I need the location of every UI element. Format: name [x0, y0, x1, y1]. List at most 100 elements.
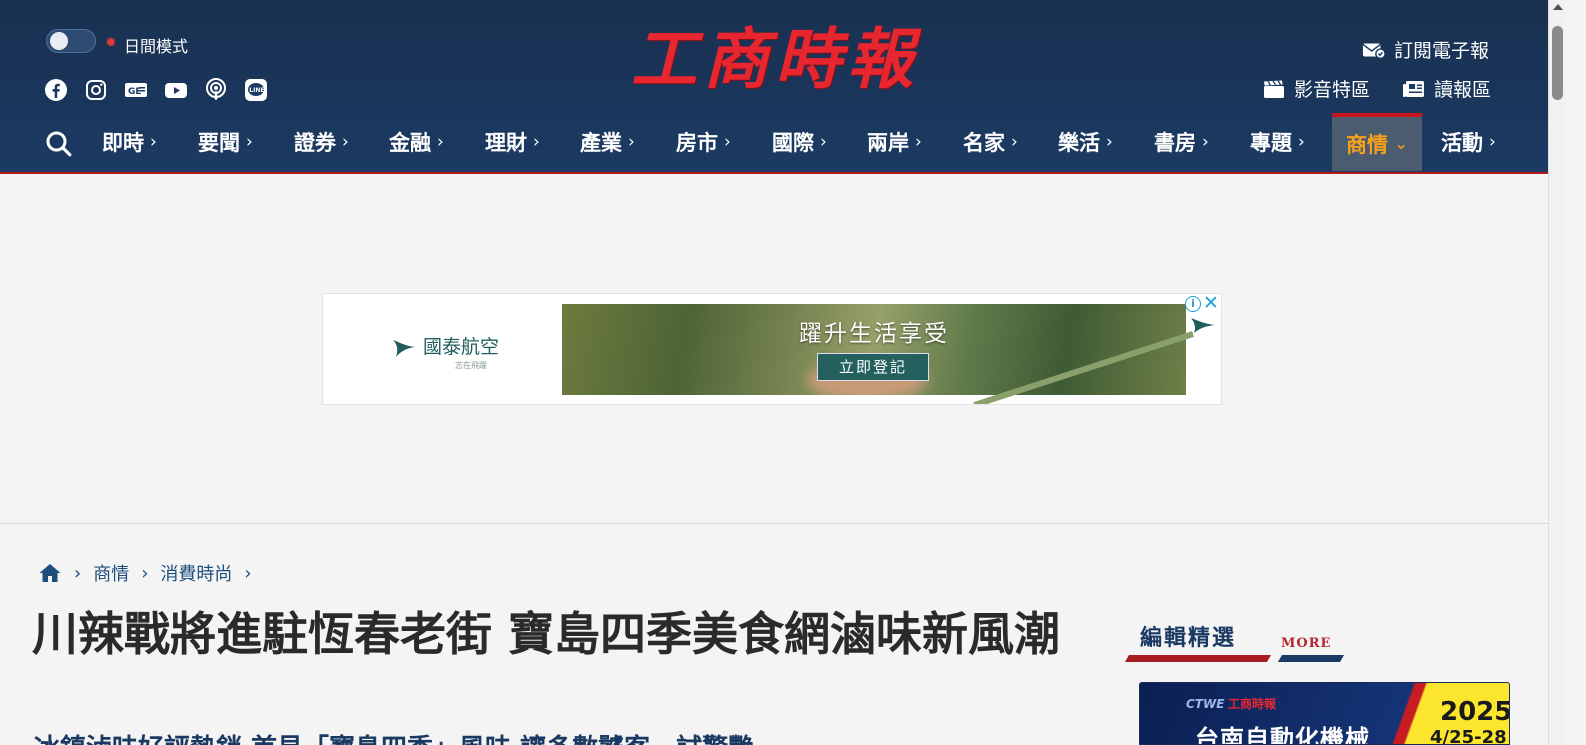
- youtube-icon[interactable]: [163, 77, 189, 103]
- ad-brand: 國泰航空 志在飛躍: [391, 332, 500, 370]
- breadcrumb-separator: ›: [244, 562, 252, 584]
- nav-item-label: 商情: [1346, 133, 1388, 157]
- breadcrumb-item-fashion[interactable]: 消費時尚: [160, 560, 232, 586]
- reader-label: 讀報區: [1434, 79, 1492, 101]
- sidebar-heading: 編輯精選: [1140, 626, 1237, 651]
- nav-item-label: 專題: [1250, 131, 1292, 155]
- sidebar-more-link[interactable]: MORE: [1281, 636, 1331, 651]
- chevron-right-icon: ›: [1489, 132, 1496, 152]
- newspaper-icon: [1403, 80, 1424, 97]
- chevron-right-icon: ›: [1106, 132, 1113, 152]
- mode-label: 日間模式: [124, 37, 189, 56]
- chevron-right-icon: ›: [820, 132, 827, 152]
- nav-item-label: 房市: [676, 131, 718, 155]
- nav-item-label: 理財: [485, 131, 527, 155]
- cathay-logo-icon: [393, 339, 415, 357]
- instagram-icon[interactable]: [83, 77, 109, 103]
- video-label: 影音特區: [1294, 79, 1371, 101]
- nav-item-label: 金融: [389, 131, 431, 155]
- nav-item[interactable]: 國際 ›: [772, 113, 827, 171]
- nav-item[interactable]: 房市 ›: [676, 113, 731, 171]
- sidebar-more-bar: [1277, 655, 1345, 662]
- sidebar-featured-banner[interactable]: CTWE 工商時報 台南自動化機械 2025 4/25-28: [1139, 682, 1510, 745]
- podcast-icon[interactable]: [203, 77, 229, 103]
- nav-item[interactable]: 要聞 ›: [198, 113, 253, 171]
- nav-item[interactable]: 兩岸 ›: [867, 113, 922, 171]
- nav-item-label: 兩岸: [867, 131, 909, 155]
- site-header: ✹ 日間模式 GE LINE 工商時報 訂閱電子報 影音特區 讀報區 即時 › 要聞…: [0, 0, 1548, 174]
- subscribe-link[interactable]: 訂閱電子報: [1362, 36, 1489, 63]
- search-icon[interactable]: [44, 129, 74, 159]
- nav-item-label: 即時: [102, 131, 144, 155]
- article-title: 川辣戰將進駐恆春老街 寶島四季美食網滷味新風潮: [32, 607, 1061, 661]
- nav-item-label: 樂活: [1058, 131, 1100, 155]
- nav-item[interactable]: 樂活 ›: [1058, 113, 1113, 171]
- clapperboard-icon: [1264, 79, 1284, 98]
- banner-date: 4/25-28: [1430, 727, 1507, 745]
- nav-item[interactable]: 專題 ›: [1250, 113, 1305, 171]
- scroll-thumb[interactable]: [1552, 26, 1563, 100]
- nav-item-label: 名家: [963, 131, 1005, 155]
- breadcrumb: › 商情 › 消費時尚 ›: [38, 560, 254, 586]
- mail-icon: [1362, 43, 1386, 59]
- scrollbar[interactable]: [1548, 0, 1566, 745]
- subscribe-label: 訂閱電子報: [1394, 40, 1490, 62]
- google-news-icon[interactable]: GE: [123, 77, 149, 103]
- ad-area: 國泰航空 志在飛躍 躍升生活享受 立即登記 i ✕: [0, 174, 1548, 524]
- toggle-knob: [50, 32, 68, 50]
- chevron-right-icon: ›: [246, 132, 253, 152]
- ad-cta-button[interactable]: 立即登記: [817, 353, 929, 381]
- nav-item[interactable]: 商情 ⌄: [1332, 113, 1423, 171]
- chevron-down-icon: ⌄: [1394, 134, 1409, 154]
- chevron-right-icon: ›: [628, 132, 635, 152]
- nav-item-label: 產業: [580, 131, 622, 155]
- ad-headline: 躍升生活享受: [799, 321, 949, 347]
- ad-brand-sub: 志在飛躍: [455, 361, 487, 370]
- sun-icon: ✹: [105, 35, 117, 51]
- reader-link[interactable]: 讀報區: [1402, 75, 1491, 102]
- scroll-up-arrow-icon[interactable]: [1553, 4, 1563, 10]
- line-icon[interactable]: LINE: [243, 77, 269, 103]
- ad-photo: 躍升生活享受 立即登記: [562, 304, 1186, 395]
- chevron-right-icon: ›: [1202, 132, 1209, 152]
- nav-item-label: 國際: [772, 131, 814, 155]
- breadcrumb-item-shangqing[interactable]: 商情: [93, 560, 129, 586]
- chevron-right-icon: ›: [915, 132, 922, 152]
- nav-item[interactable]: 產業 ›: [580, 113, 635, 171]
- main-nav: 即時 › 要聞 › 證券 › 金融 › 理財 › 產業 › 房市 › 國際 › 兩岸 › 名家 › 樂活 › 書房 › 專題 › 商…: [0, 113, 1548, 173]
- nav-item-label: 活動: [1441, 131, 1483, 155]
- site-logo[interactable]: 工商時報: [610, 14, 940, 104]
- ad-brand-name: 國泰航空: [423, 336, 500, 358]
- nav-item-label: 證券: [294, 131, 336, 155]
- nav-item[interactable]: 金融 ›: [389, 113, 444, 171]
- chevron-right-icon: ›: [533, 132, 540, 152]
- chevron-right-icon: ›: [437, 132, 444, 152]
- nav-item[interactable]: 即時 ›: [102, 113, 157, 171]
- banner-text: 台南自動化機械: [1195, 725, 1370, 745]
- breadcrumb-separator: ›: [74, 562, 82, 584]
- ad-info-icon[interactable]: i: [1185, 296, 1201, 312]
- nav-item[interactable]: 活動 ›: [1441, 113, 1496, 171]
- banner-brand: CTWE: [1186, 697, 1225, 711]
- sidebar-heading-bar: [1124, 655, 1272, 662]
- home-icon[interactable]: [38, 562, 62, 584]
- chevron-right-icon: ›: [1011, 132, 1018, 152]
- chevron-right-icon: ›: [342, 132, 349, 152]
- nav-item[interactable]: 理財 ›: [485, 113, 540, 171]
- ad-banner[interactable]: 國泰航空 志在飛躍 躍升生活享受 立即登記 i ✕: [322, 293, 1222, 405]
- ad-close-icon[interactable]: ✕: [1203, 294, 1219, 313]
- nav-item-label: 要聞: [198, 131, 240, 155]
- article-subtitle: 冰鎮滷味好評熱銷 首見「寶島四季」風味 讓多數饕客一試驚艷: [34, 728, 1104, 745]
- svg-text:LINE: LINE: [249, 87, 264, 94]
- nav-item[interactable]: 書房 ›: [1154, 113, 1209, 171]
- chevron-right-icon: ›: [724, 132, 731, 152]
- ad-arrow-icon: [1191, 318, 1215, 333]
- nav-item[interactable]: 證券 ›: [294, 113, 349, 171]
- nav-item[interactable]: 名家 ›: [963, 113, 1018, 171]
- nav-item-label: 書房: [1154, 131, 1196, 155]
- video-link[interactable]: 影音特區: [1262, 75, 1370, 102]
- theme-toggle[interactable]: [46, 29, 96, 53]
- chevron-right-icon: ›: [150, 132, 157, 152]
- facebook-icon[interactable]: [43, 77, 69, 103]
- breadcrumb-separator: ›: [141, 562, 149, 584]
